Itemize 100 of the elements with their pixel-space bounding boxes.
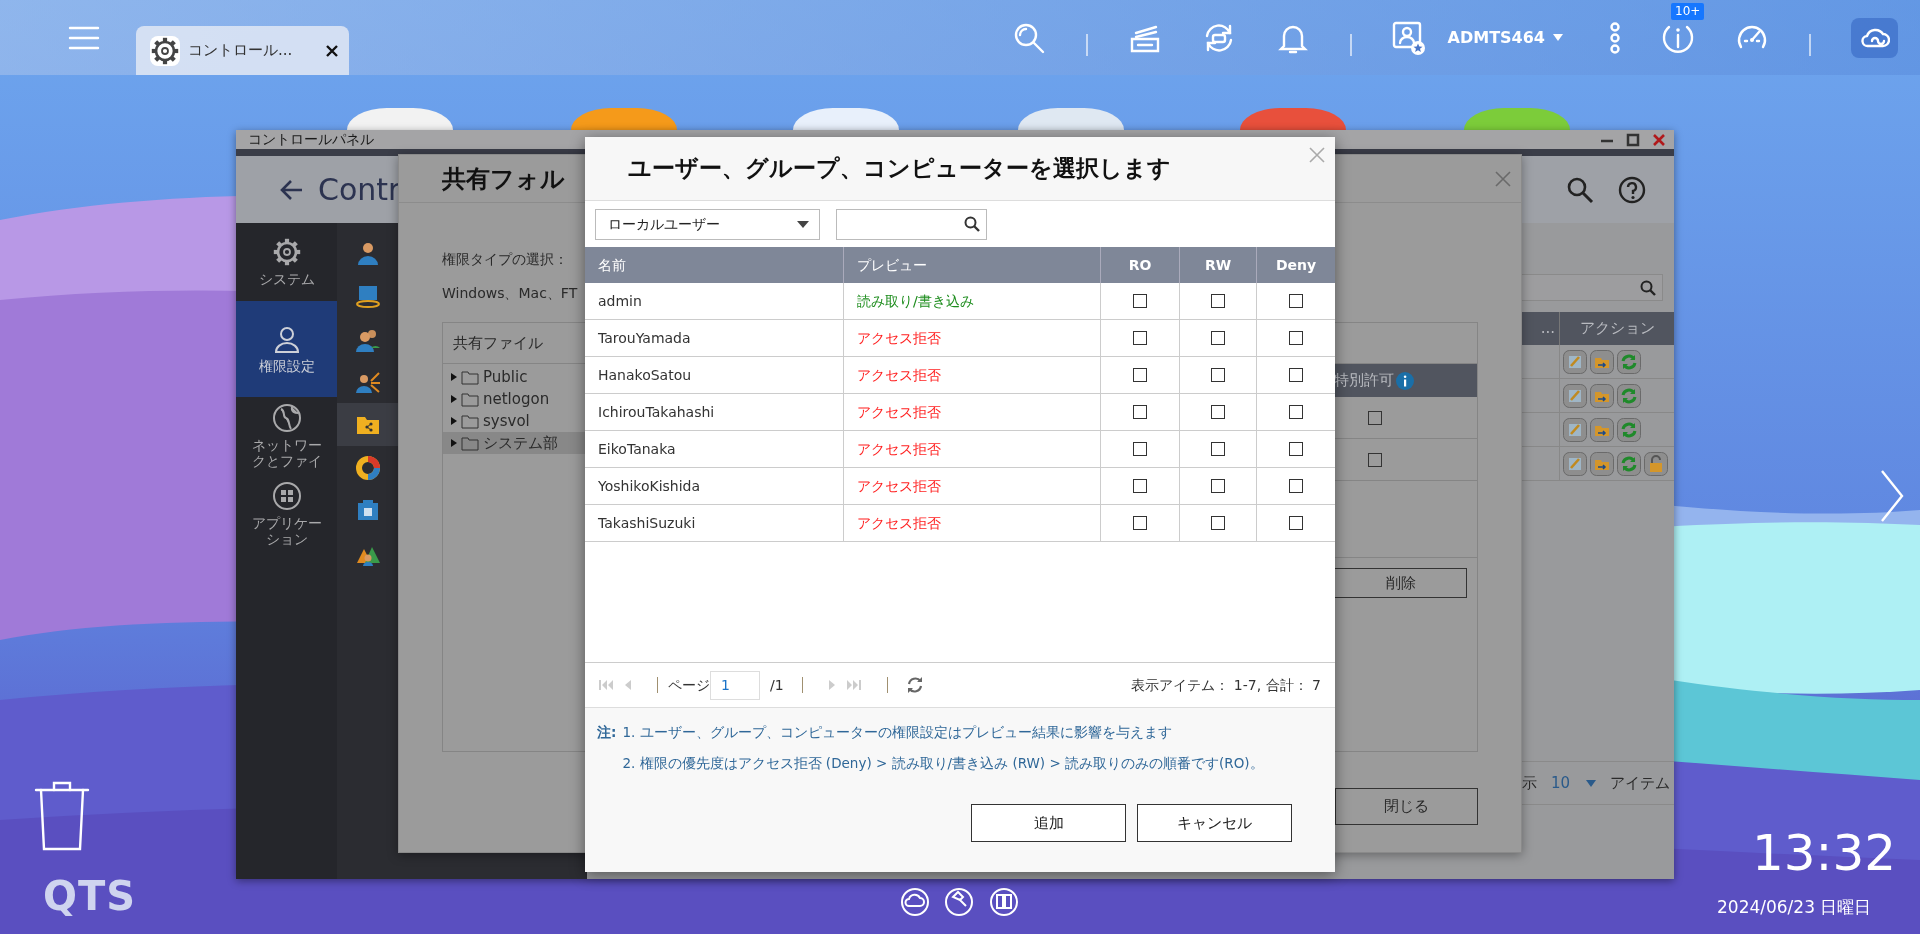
column-header: ... <box>1540 318 1555 340</box>
scope-dropdown[interactable]: ローカルユーザー <box>595 208 820 240</box>
dialog-title: 共有フォル <box>442 163 565 195</box>
column-header: アクション <box>1579 318 1655 340</box>
note-text: 2. 権限の優先度はアクセス拒否 (Deny) > 読み取り/書き込み (RW) > 読み取りのみの順番です(RO)。 <box>622 754 1265 774</box>
tree-item[interactable]: システム部 <box>443 432 585 454</box>
search-field[interactable] <box>836 208 987 240</box>
column-header: 特別許可 <box>1334 364 1477 397</box>
checkbox[interactable] <box>1211 442 1225 456</box>
field-label: 権限タイプの選択： <box>442 250 568 269</box>
edit-icon[interactable] <box>1563 349 1587 374</box>
table-cell-text: アクセス拒否 <box>857 365 941 385</box>
checkbox[interactable] <box>1133 294 1147 308</box>
checkbox[interactable] <box>1211 516 1225 530</box>
table-cell-text: アクセス拒否 <box>857 328 941 348</box>
cloud-icon[interactable] <box>900 887 930 917</box>
app-tab[interactable]: コントロール... <box>136 26 349 75</box>
back-arrow-icon[interactable] <box>280 178 304 201</box>
folder-icon <box>461 435 479 451</box>
pagination-summary: 表示アイテム： 1-7, 合計： 7 <box>1131 675 1321 695</box>
checkbox[interactable] <box>1289 442 1303 456</box>
tree-item[interactable]: sysvol <box>443 410 585 432</box>
caret-icon <box>797 220 809 228</box>
checkbox[interactable] <box>1289 479 1303 493</box>
edit-icon[interactable] <box>1563 383 1587 408</box>
footer-label: アイテム <box>1610 772 1670 794</box>
caret-icon <box>1553 34 1563 41</box>
search-icon <box>1640 279 1656 296</box>
donut-icon <box>355 454 381 481</box>
info-icon[interactable] <box>1396 371 1414 390</box>
add-button[interactable]: 追加 <box>971 804 1126 842</box>
table-cell-text: IchirouTakahashi <box>598 402 715 422</box>
checkbox[interactable] <box>1211 479 1225 493</box>
more-icon[interactable] <box>1609 20 1621 55</box>
expand-icon <box>451 439 457 447</box>
menu-item[interactable] <box>337 403 398 446</box>
sidebar-item[interactable]: 権限設定 <box>236 301 337 397</box>
user-icon[interactable] <box>1391 20 1426 55</box>
folder-icon[interactable] <box>1590 417 1614 442</box>
checkbox[interactable] <box>1133 405 1147 419</box>
column-header: 共有ファイル <box>453 332 543 354</box>
checkbox[interactable] <box>1133 368 1147 382</box>
gear-icon <box>271 236 302 267</box>
help-icon[interactable] <box>1618 175 1646 204</box>
page-title: Contr <box>318 171 401 209</box>
cancel-button[interactable]: キャンセル <box>1137 804 1292 842</box>
refresh-icon[interactable] <box>905 676 924 694</box>
checkbox[interactable] <box>1289 331 1303 345</box>
search-icon <box>964 216 980 232</box>
table-cell-text: HanakoSatou <box>598 365 692 385</box>
edit-icon[interactable] <box>1563 451 1587 476</box>
user-menu[interactable]: ADMTS464 <box>1441 24 1569 51</box>
delete-button[interactable]: 削除 <box>1334 568 1467 598</box>
logo-text: QTS <box>43 876 137 916</box>
column-header: プレビュー <box>857 255 927 275</box>
folder-icon <box>461 369 479 385</box>
hammer-icon[interactable] <box>944 887 974 917</box>
cloud-button[interactable] <box>1851 17 1898 58</box>
checkbox[interactable] <box>1133 479 1147 493</box>
checkbox[interactable] <box>1368 452 1382 467</box>
close-icon[interactable] <box>325 43 339 58</box>
checkbox[interactable] <box>1289 516 1303 530</box>
book-icon[interactable] <box>989 887 1019 917</box>
search-icon[interactable] <box>1566 175 1594 204</box>
folder-icon[interactable] <box>1590 383 1614 408</box>
sidebar-item[interactable]: アプリケーション <box>236 475 337 553</box>
maximize-icon[interactable] <box>1626 132 1640 147</box>
checkbox[interactable] <box>1289 405 1303 419</box>
tree-item[interactable]: Public <box>443 366 585 388</box>
chevron-right-icon[interactable] <box>1880 469 1904 523</box>
checkbox[interactable] <box>1211 368 1225 382</box>
table-cell-text: admin <box>598 291 642 311</box>
tree-item[interactable]: netlogon <box>443 388 585 410</box>
page-input[interactable]: 1 <box>710 670 760 700</box>
caret-icon <box>1586 779 1596 787</box>
checkbox[interactable] <box>1211 294 1225 308</box>
checkbox[interactable] <box>1133 442 1147 456</box>
table-cell-text: YoshikoKishida <box>598 476 701 496</box>
close-button[interactable]: 閉じる <box>1335 788 1478 825</box>
folder-icon <box>461 391 479 407</box>
checkbox[interactable] <box>1211 405 1225 419</box>
checkbox[interactable] <box>1289 368 1303 382</box>
sidebar-item[interactable]: ネットワークとファイ <box>236 397 337 475</box>
checkbox[interactable] <box>1133 331 1147 345</box>
column-header: Deny <box>1275 255 1317 275</box>
checkbox[interactable] <box>1368 410 1382 425</box>
folder-icon[interactable] <box>1590 451 1614 476</box>
column-header: 名前 <box>598 255 626 275</box>
table-cell-text: アクセス拒否 <box>857 439 941 459</box>
apps-icon <box>271 480 302 511</box>
gear-icon <box>150 35 180 66</box>
lock-icon[interactable] <box>1644 451 1668 476</box>
checkbox[interactable] <box>1211 331 1225 345</box>
page-label: ページ <box>668 675 710 695</box>
folder-icon[interactable] <box>1590 349 1614 374</box>
sidebar-item[interactable]: システム <box>236 223 337 301</box>
checkbox[interactable] <box>1133 516 1147 530</box>
globe-icon <box>271 402 302 433</box>
edit-icon[interactable] <box>1563 417 1587 442</box>
checkbox[interactable] <box>1289 294 1303 308</box>
